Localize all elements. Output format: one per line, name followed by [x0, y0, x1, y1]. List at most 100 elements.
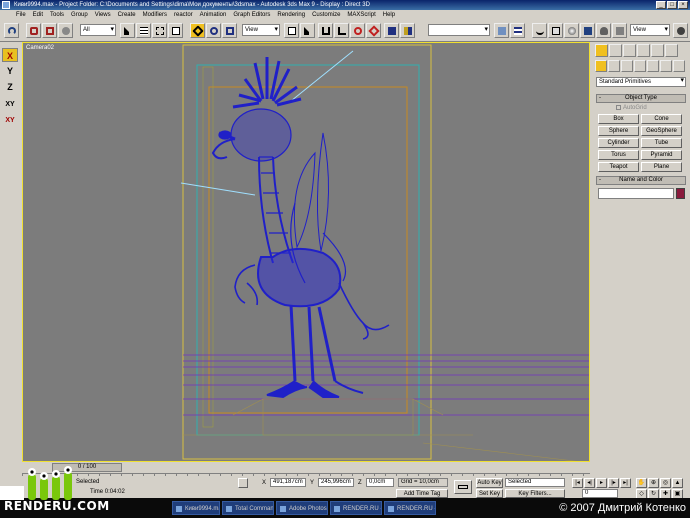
- render-type-button[interactable]: [612, 23, 627, 38]
- close-button[interactable]: ×: [678, 1, 688, 9]
- layer-manager-button[interactable]: [510, 23, 525, 38]
- menu-reactor[interactable]: reactor: [174, 12, 193, 18]
- space-warps-icon[interactable]: [660, 60, 672, 72]
- menu-help[interactable]: Help: [383, 12, 395, 18]
- key-mode-select[interactable]: Selected: [505, 478, 565, 487]
- go-to-end-button[interactable]: ▸|: [620, 478, 631, 488]
- edit-named-selection-button[interactable]: [384, 23, 399, 38]
- x-coordinate-field[interactable]: 491,187cm: [270, 478, 306, 487]
- current-frame-field[interactable]: 0: [582, 489, 618, 498]
- cameras-icon[interactable]: [634, 60, 646, 72]
- bind-space-warp-button[interactable]: [58, 23, 73, 38]
- menu-rendering[interactable]: Rendering: [277, 12, 305, 18]
- teapot-button[interactable]: Teapot: [598, 162, 639, 172]
- named-selection-set-select[interactable]: [428, 24, 490, 36]
- maximize-button[interactable]: □: [667, 1, 677, 9]
- geometry-icon[interactable]: [595, 60, 607, 72]
- menu-animation[interactable]: Animation: [200, 12, 227, 18]
- rectangular-selection-button[interactable]: [152, 23, 167, 38]
- restrict-y-button[interactable]: Y: [2, 64, 18, 78]
- restrict-xy-button[interactable]: XY: [2, 98, 18, 112]
- lights-icon[interactable]: [621, 60, 633, 72]
- percent-snap-button[interactable]: [350, 23, 365, 38]
- menu-customize[interactable]: Customize: [312, 12, 340, 18]
- key-mode-button[interactable]: [454, 480, 472, 494]
- play-button[interactable]: ▸: [596, 478, 607, 488]
- camera-viewport[interactable]: Camera02: [22, 42, 590, 462]
- systems-icon[interactable]: [673, 60, 685, 72]
- fov-icon[interactable]: ▲: [672, 478, 683, 488]
- taskbar-item-render-2[interactable]: RENDER.RU - ...: [384, 501, 436, 515]
- object-type-rollout[interactable]: - Object Type: [596, 94, 686, 103]
- zoom-icon[interactable]: ⊕: [648, 478, 659, 488]
- menu-group[interactable]: Group: [71, 12, 88, 18]
- restrict-z-button[interactable]: Z: [2, 80, 18, 94]
- minimize-button[interactable]: _: [656, 1, 666, 9]
- render-scene-button[interactable]: [580, 23, 595, 38]
- restrict-plane-cycle-button[interactable]: XY: [2, 114, 18, 128]
- geosphere-button[interactable]: GeoSphere: [641, 126, 682, 136]
- selection-filter-select[interactable]: All: [80, 24, 116, 36]
- quick-render-button[interactable]: [596, 23, 611, 38]
- create-tab[interactable]: [595, 44, 608, 57]
- tube-button[interactable]: Tube: [641, 138, 682, 148]
- taskbar-item-total-commander[interactable]: Total Commander: [222, 501, 274, 515]
- restrict-x-button[interactable]: X: [2, 48, 18, 62]
- select-object-button[interactable]: [120, 23, 135, 38]
- torus-button[interactable]: Torus: [598, 150, 639, 160]
- utilities-tab[interactable]: [665, 44, 678, 57]
- sphere-button[interactable]: Sphere: [598, 126, 639, 136]
- taskbar-item-render-1[interactable]: RENDER.RU - ...: [330, 501, 382, 515]
- box-button[interactable]: Box: [598, 114, 639, 124]
- menu-tools[interactable]: Tools: [50, 12, 64, 18]
- object-category-select[interactable]: Standard Primitives: [596, 77, 686, 87]
- menu-views[interactable]: Views: [95, 12, 111, 18]
- set-key-button[interactable]: Set Key: [476, 489, 503, 498]
- menu-create[interactable]: Create: [118, 12, 136, 18]
- object-name-input[interactable]: [598, 188, 674, 199]
- pyramid-button[interactable]: Pyramid: [641, 150, 682, 160]
- select-and-scale-button[interactable]: [222, 23, 237, 38]
- align-button[interactable]: [494, 23, 509, 38]
- spinner-snap-button[interactable]: [366, 23, 381, 38]
- select-and-rotate-button[interactable]: [206, 23, 221, 38]
- curve-editor-button[interactable]: [532, 23, 547, 38]
- helpers-icon[interactable]: [647, 60, 659, 72]
- taskbar-item-max[interactable]: Киви9994.max: [172, 501, 220, 515]
- select-and-move-button[interactable]: [190, 23, 205, 38]
- cylinder-button[interactable]: Cylinder: [598, 138, 639, 148]
- hierarchy-tab[interactable]: [623, 44, 636, 57]
- active-shade-button[interactable]: [673, 23, 688, 38]
- angle-snap-button[interactable]: [334, 23, 349, 38]
- schematic-view-button[interactable]: [548, 23, 563, 38]
- shapes-icon[interactable]: [608, 60, 620, 72]
- select-link-button[interactable]: [26, 23, 41, 38]
- pivot-center-button[interactable]: [284, 23, 299, 38]
- render-view-select[interactable]: View: [630, 24, 670, 36]
- unlink-button[interactable]: [42, 23, 57, 38]
- menu-edit[interactable]: Edit: [33, 12, 43, 18]
- name-color-rollout[interactable]: - Name and Color: [596, 176, 686, 185]
- object-color-swatch[interactable]: [676, 188, 685, 199]
- material-editor-button[interactable]: [564, 23, 579, 38]
- z-coordinate-field[interactable]: 0,0cm: [366, 478, 394, 487]
- previous-frame-button[interactable]: ◂|: [584, 478, 595, 488]
- select-manipulate-button[interactable]: [300, 23, 315, 38]
- mirror-button[interactable]: [400, 23, 415, 38]
- go-to-start-button[interactable]: |◂: [572, 478, 583, 488]
- pan-icon[interactable]: ✋: [636, 478, 647, 488]
- motion-tab[interactable]: [637, 44, 650, 57]
- display-tab[interactable]: [651, 44, 664, 57]
- y-coordinate-field[interactable]: 245,996cm: [318, 478, 354, 487]
- auto-key-button[interactable]: Auto Key: [476, 478, 503, 488]
- cone-button[interactable]: Cone: [641, 114, 682, 124]
- modify-tab[interactable]: [609, 44, 622, 57]
- menu-file[interactable]: File: [16, 12, 26, 18]
- menu-graph-editors[interactable]: Graph Editors: [233, 12, 270, 18]
- key-filters-button[interactable]: Key Filters...: [505, 489, 565, 498]
- snap-toggle-button[interactable]: [318, 23, 333, 38]
- autogrid-checkbox[interactable]: AutoGrid: [616, 105, 647, 111]
- plane-button[interactable]: Plane: [641, 162, 682, 172]
- taskbar-item-photoshop[interactable]: Adobe Photosh...: [276, 501, 328, 515]
- menu-maxscript[interactable]: MAXScript: [347, 12, 375, 18]
